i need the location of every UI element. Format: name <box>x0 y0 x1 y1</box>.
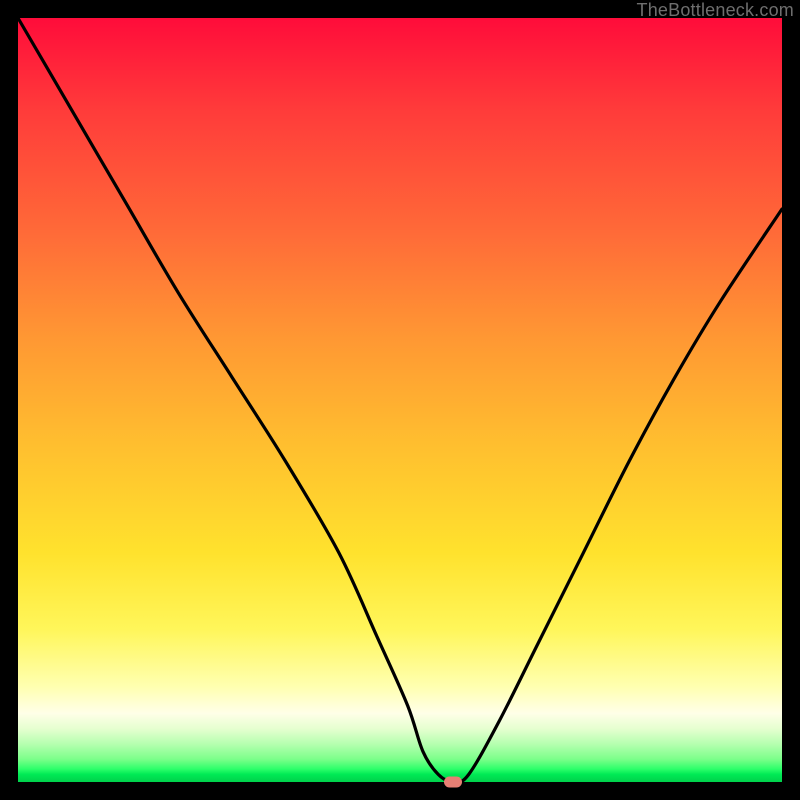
chart-frame: TheBottleneck.com <box>0 0 800 800</box>
bottleneck-curve <box>18 18 782 782</box>
plot-area <box>18 18 782 782</box>
optimum-marker <box>444 777 462 788</box>
